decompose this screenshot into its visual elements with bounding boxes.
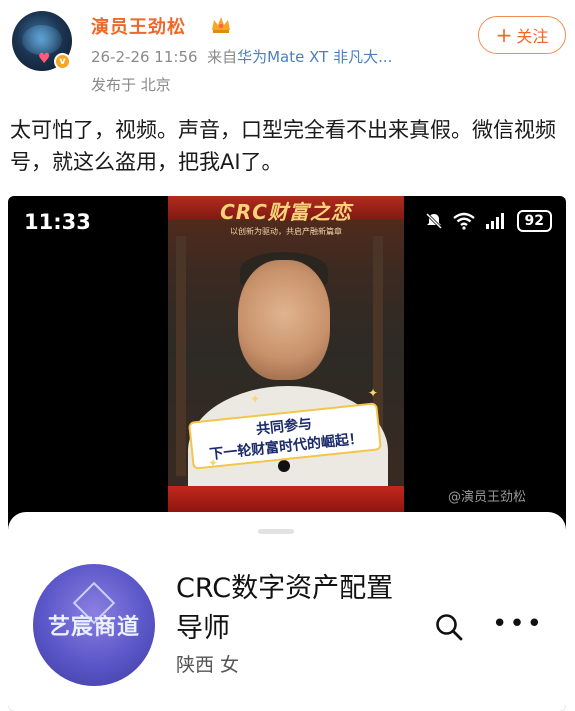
person-face bbox=[238, 260, 330, 380]
sparkle-icon: ✦ bbox=[250, 392, 261, 406]
signal-icon bbox=[485, 213, 504, 229]
background-beam bbox=[176, 236, 186, 476]
account-sheet: 艺宸商道 CRC数字资产配置导师 陕西 女 ••• bbox=[8, 512, 566, 711]
post-body: 太可怕了，视频。声音，口型完全看不出来真假。微信视频号，就这么盗用，把我AI了。 bbox=[10, 118, 556, 174]
drag-handle[interactable] bbox=[258, 529, 294, 534]
post-timestamp: 26-2-26 11:56 bbox=[91, 48, 198, 66]
search-icon[interactable] bbox=[434, 612, 464, 642]
status-time: 11:33 bbox=[24, 210, 91, 234]
heart-icon: ♥ bbox=[38, 51, 51, 67]
source-prefix: 来自 bbox=[207, 48, 238, 66]
video-bottom-banner bbox=[168, 486, 404, 512]
sparkle-icon: ✦ bbox=[208, 456, 219, 470]
account-logo[interactable]: 艺宸商道 bbox=[33, 564, 155, 686]
video-banner-title: CRC财富之恋 bbox=[220, 200, 352, 224]
crown-icon bbox=[212, 17, 230, 33]
device-link[interactable]: 华为Mate XT 非凡大... bbox=[237, 48, 392, 66]
battery-icon: 92 bbox=[516, 210, 552, 232]
account-subtitle: 陕西 女 bbox=[176, 654, 240, 676]
sparkle-icon: ✦ bbox=[368, 386, 379, 400]
video-subline: 以创新为驱动，共启产融新篇章 bbox=[230, 227, 342, 236]
mute-icon bbox=[425, 212, 442, 230]
follow-button[interactable]: + 关注 bbox=[478, 16, 566, 54]
post-meta: 26-2-26 11:56 来自华为Mate XT 非凡大... bbox=[91, 46, 392, 67]
wifi-icon bbox=[452, 212, 475, 230]
post-location: 发布于 北京 bbox=[91, 76, 171, 94]
username[interactable]: 演员王劲松 bbox=[91, 13, 186, 39]
status-icons: 92 bbox=[425, 210, 552, 232]
verified-badge-icon: v bbox=[54, 53, 71, 70]
follow-label: 关注 bbox=[516, 27, 549, 46]
more-icon[interactable]: ••• bbox=[492, 609, 544, 639]
microphone-icon bbox=[278, 460, 290, 472]
account-name: CRC数字资产配置导师 bbox=[176, 573, 394, 644]
plus-icon: + bbox=[495, 23, 513, 47]
video-frame[interactable]: CRC财富之恋 以创新为驱动，共启产融新篇章 共同参与 下一轮财富时代的崛起！ … bbox=[168, 196, 404, 512]
embedded-screenshot[interactable]: 11:33 92 CRC财富之恋 以创新为驱动，共启产融新篇章 共同参与 下一轮… bbox=[8, 196, 566, 711]
watermark: @演员王劲松 bbox=[448, 490, 527, 505]
